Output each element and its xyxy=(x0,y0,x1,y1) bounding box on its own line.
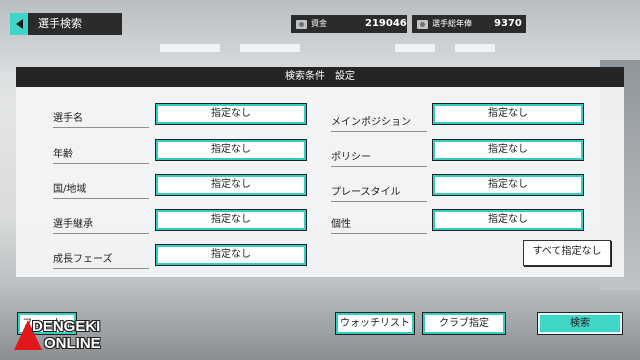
ceiling-light xyxy=(240,44,300,52)
back-arrow-icon xyxy=(15,19,23,29)
back-button[interactable] xyxy=(10,13,28,35)
growth-phase-select[interactable]: 指定なし xyxy=(156,245,306,265)
search-button[interactable]: 検索 xyxy=(538,313,622,334)
money-icon xyxy=(296,19,307,29)
funds-label: 資金 xyxy=(311,19,327,28)
watchlist-button[interactable]: ウォッチリスト xyxy=(336,313,414,334)
policy-select[interactable]: 指定なし xyxy=(433,140,583,160)
ceiling-light xyxy=(395,44,435,52)
club-filter-button[interactable]: クラブ指定 xyxy=(423,313,505,334)
personality-select[interactable]: 指定なし xyxy=(433,210,583,230)
age-select[interactable]: 指定なし xyxy=(156,140,306,160)
panel-header: 検索条件 設定 xyxy=(16,67,624,87)
label-player-name: 選手名 xyxy=(53,109,149,128)
label-country: 国/地域 xyxy=(53,180,149,199)
label-growth-phase: 成長フェーズ xyxy=(53,250,149,269)
inheritance-select[interactable]: 指定なし xyxy=(156,210,306,230)
main-position-select[interactable]: 指定なし xyxy=(433,104,583,124)
label-age: 年齢 xyxy=(53,145,149,164)
background-ceiling xyxy=(0,0,640,70)
dengeki-online-watermark: DENGEKI ONLINE xyxy=(14,318,124,356)
label-personality: 個性 xyxy=(331,215,427,234)
salary-display: 選手総年俸 9370 xyxy=(412,15,526,33)
ceiling-light xyxy=(455,44,495,52)
watermark-line2: ONLINE xyxy=(44,335,101,352)
player-name-select[interactable]: 指定なし xyxy=(156,104,306,124)
funds-display: 資金 219046 xyxy=(291,15,407,33)
label-main-position: メインポジション xyxy=(331,113,427,132)
funds-value: 219046 xyxy=(365,18,407,29)
label-inheritance: 選手継承 xyxy=(53,215,149,234)
watermark-line1: DENGEKI xyxy=(32,318,101,335)
ceiling-light xyxy=(160,44,220,52)
salary-label: 選手総年俸 xyxy=(432,19,472,28)
play-style-select[interactable]: 指定なし xyxy=(433,175,583,195)
label-play-style: プレースタイル xyxy=(331,183,427,202)
reset-all-button[interactable]: すべて指定なし xyxy=(523,240,611,266)
label-policy: ポリシー xyxy=(331,148,427,167)
money-icon xyxy=(417,19,428,29)
screen-title: 選手検索 xyxy=(28,13,122,35)
salary-value: 9370 xyxy=(494,18,522,29)
country-select[interactable]: 指定なし xyxy=(156,175,306,195)
